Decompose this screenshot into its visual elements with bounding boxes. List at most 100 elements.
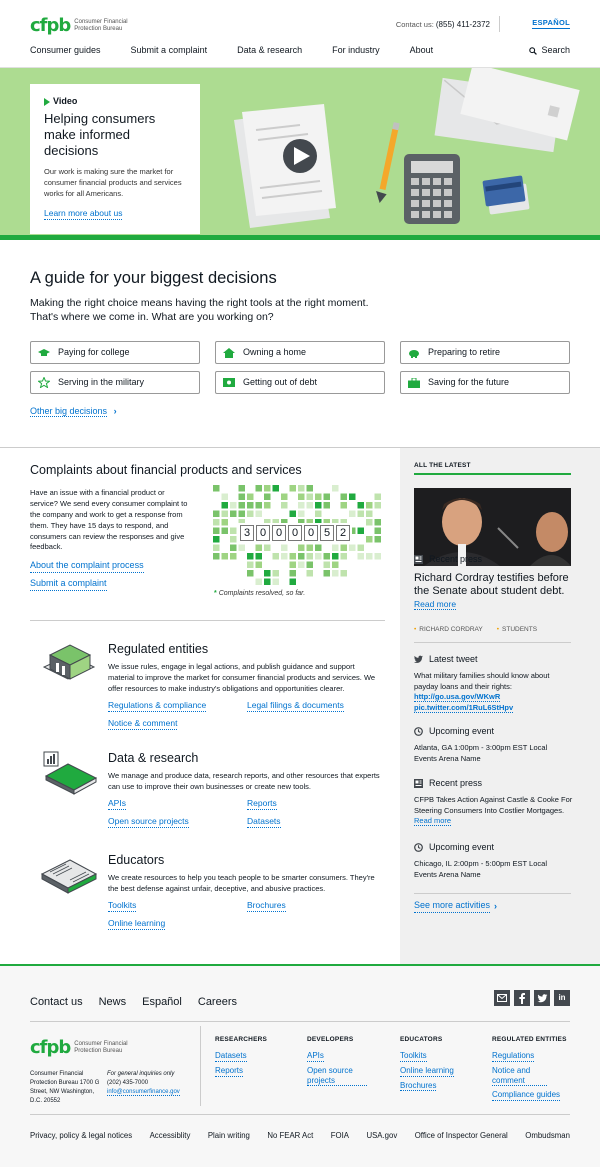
read-more-link[interactable]: Read more bbox=[414, 816, 452, 827]
legal-privacy-link[interactable]: Privacy, policy & legal notices bbox=[30, 1131, 132, 1141]
footer-divider bbox=[30, 1021, 570, 1022]
logo-subtitle: Consumer Financial Protection Bureau bbox=[74, 1040, 128, 1054]
datasets-link[interactable]: Datasets bbox=[247, 816, 281, 829]
map-tile bbox=[323, 493, 330, 500]
contact-phone[interactable]: (855) 411-2372 bbox=[436, 20, 490, 29]
play-button[interactable] bbox=[283, 139, 317, 173]
footer-phone: (202) 435-7000 bbox=[107, 1080, 149, 1086]
nav-data-research[interactable]: Data & research bbox=[237, 45, 302, 57]
espanol-link[interactable]: ESPAÑOL bbox=[532, 18, 570, 29]
footer-datasets-link[interactable]: Datasets bbox=[215, 1051, 247, 1063]
reports-link[interactable]: Reports bbox=[247, 798, 277, 811]
tweet-link[interactable]: http://go.usa.gov/WKwR pic.twitter.com/1… bbox=[414, 692, 514, 714]
serving-in-military-button[interactable]: Serving in the military bbox=[30, 371, 200, 394]
credit-card-icon bbox=[482, 175, 530, 215]
nav-consumer-guides[interactable]: Consumer guides bbox=[30, 45, 101, 57]
hero-body: Our work is making sure the market for c… bbox=[44, 167, 182, 199]
map-tile bbox=[374, 553, 381, 560]
nav-for-industry[interactable]: For industry bbox=[332, 45, 380, 57]
toolkits-link[interactable]: Toolkits bbox=[108, 900, 137, 913]
getting-out-of-debt-button[interactable]: Getting out of debt bbox=[215, 371, 385, 394]
twitter-icon[interactable] bbox=[534, 990, 550, 1006]
preparing-to-retire-button[interactable]: Preparing to retire bbox=[400, 341, 570, 364]
other-decisions-link[interactable]: Other big decisions › bbox=[30, 406, 117, 418]
block-title: Educators bbox=[108, 853, 165, 867]
tag-students[interactable]: STUDENTS bbox=[497, 626, 537, 634]
map-tile bbox=[298, 502, 305, 509]
map-tile bbox=[315, 553, 322, 560]
legal-accessibility-link[interactable]: Accessiblity bbox=[150, 1131, 191, 1141]
press-body: CFPB Takes Action Against Castle & Cooke… bbox=[414, 794, 573, 815]
legal-no-fear-link[interactable]: No FEAR Act bbox=[267, 1131, 313, 1141]
see-more-activities-link[interactable]: See more activities › bbox=[414, 900, 497, 913]
open-source-link[interactable]: Open source projects bbox=[108, 816, 189, 829]
footer-email-link[interactable]: info@consumerfinance.gov bbox=[107, 1089, 180, 1096]
brochures-link[interactable]: Brochures bbox=[247, 900, 286, 913]
legal-plain-writing-link[interactable]: Plain writing bbox=[208, 1131, 250, 1141]
map-tile bbox=[281, 553, 288, 560]
legal-foia-link[interactable]: FOIA bbox=[331, 1131, 349, 1141]
map-tile bbox=[366, 536, 373, 543]
block-title: Regulated entities bbox=[108, 642, 209, 656]
pencil-icon bbox=[376, 122, 400, 204]
footer-apis-link[interactable]: APIs bbox=[307, 1051, 324, 1063]
online-learning-link[interactable]: Online learning bbox=[108, 918, 166, 931]
search-button[interactable]: Search bbox=[529, 45, 570, 57]
footer-espanol[interactable]: Español bbox=[142, 995, 182, 1009]
legal-filings-link[interactable]: Legal filings & documents bbox=[247, 700, 344, 712]
site-footer: Contact us News Español Careers in cfpb … bbox=[0, 964, 600, 1167]
footer-careers[interactable]: Careers bbox=[198, 995, 237, 1009]
map-tile bbox=[306, 561, 313, 568]
learn-more-link[interactable]: Learn more about us bbox=[44, 208, 123, 221]
saving-for-future-button[interactable]: Saving for the future bbox=[400, 371, 570, 394]
logo-mark: cfpb bbox=[30, 15, 71, 36]
map-tile bbox=[255, 502, 262, 509]
map-tile bbox=[357, 544, 364, 551]
regulations-compliance-link[interactable]: Regulations & compliance bbox=[108, 700, 207, 712]
press-label: Recent press bbox=[429, 554, 483, 564]
legal-ombudsman-link[interactable]: Ombudsman bbox=[525, 1131, 570, 1141]
press-item-2: Recent press CFPB Takes Action Against C… bbox=[414, 778, 574, 827]
footer-regulations-link[interactable]: Regulations bbox=[492, 1051, 535, 1063]
footer-compliance-guides-link[interactable]: Compliance guides bbox=[492, 1090, 561, 1101]
email-icon[interactable] bbox=[494, 990, 510, 1006]
footer-news[interactable]: News bbox=[99, 995, 127, 1009]
about-complaint-process-link[interactable]: About the complaint process bbox=[30, 560, 144, 573]
submit-complaint-link[interactable]: Submit a complaint bbox=[30, 578, 107, 591]
legal-usagov-link[interactable]: USA.gov bbox=[366, 1131, 397, 1141]
owning-a-home-button[interactable]: Owning a home bbox=[215, 341, 385, 364]
educators-block: Educators We create resources to help yo… bbox=[108, 852, 383, 931]
footer-contact-us[interactable]: Contact us bbox=[30, 995, 83, 1009]
footer-notice-comment-link[interactable]: Notice and comment bbox=[492, 1066, 547, 1087]
tag-richard-cordray[interactable]: RICHARD CORDRAY bbox=[414, 626, 482, 634]
cfpb-logo[interactable]: cfpb Consumer Financial Protection Burea… bbox=[30, 14, 144, 37]
notice-comment-link[interactable]: Notice & comment bbox=[108, 718, 178, 730]
nav-submit-complaint[interactable]: Submit a complaint bbox=[131, 45, 208, 57]
map-tile bbox=[306, 544, 313, 551]
press-title-text: Richard Cordray testifies before the Sen… bbox=[414, 571, 569, 597]
map-tile bbox=[281, 493, 288, 500]
recent-press-header: Recent press bbox=[414, 554, 574, 566]
footer-logo[interactable]: cfpb Consumer Financial Protection Burea… bbox=[30, 1036, 144, 1059]
footer-open-source-link[interactable]: Open source projects bbox=[307, 1066, 367, 1087]
nav-about[interactable]: About bbox=[410, 45, 434, 57]
map-tile bbox=[374, 493, 381, 500]
footer-brochures-link[interactable]: Brochures bbox=[400, 1081, 437, 1092]
footer-toolkits-link[interactable]: Toolkits bbox=[400, 1051, 427, 1063]
footer-col-researchers: RESEARCHERS Datasets Reports bbox=[215, 1036, 295, 1081]
footer-col-title: RESEARCHERS bbox=[215, 1036, 268, 1043]
footer-online-learning-link[interactable]: Online learning bbox=[400, 1066, 454, 1077]
legal-inspector-general-link[interactable]: Office of Inspector General bbox=[415, 1131, 508, 1141]
facebook-icon[interactable] bbox=[514, 990, 530, 1006]
read-more-link[interactable]: Read more bbox=[414, 599, 457, 611]
apis-link[interactable]: APIs bbox=[108, 798, 126, 811]
linkedin-icon[interactable]: in bbox=[554, 990, 570, 1006]
tweet-body: What military families should know about… bbox=[414, 670, 550, 691]
paying-for-college-button[interactable]: Paying for college bbox=[30, 341, 200, 364]
event-label: Upcoming event bbox=[429, 842, 495, 852]
contact-info: Contact us: (855) 411-2372 bbox=[396, 20, 490, 30]
latest-heading: ALL THE LATEST bbox=[414, 462, 571, 476]
site-header: cfpb Consumer Financial Protection Burea… bbox=[0, 0, 600, 68]
see-more-label: See more activities bbox=[414, 900, 491, 913]
footer-reports-link[interactable]: Reports bbox=[215, 1066, 244, 1077]
